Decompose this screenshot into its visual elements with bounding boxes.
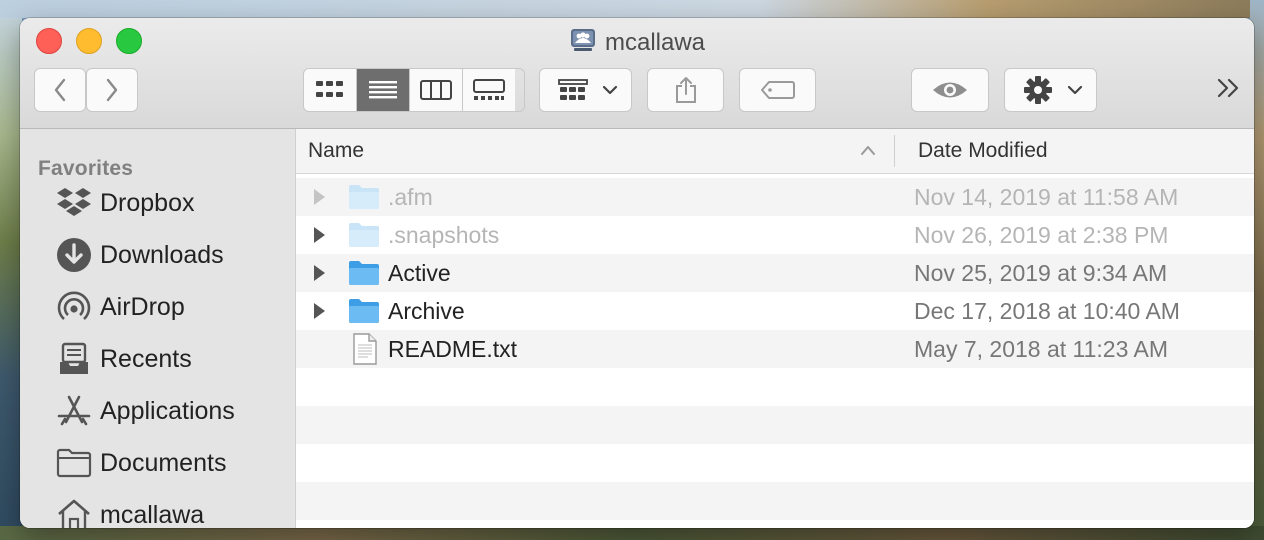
file-date: Nov 25, 2019 at 9:34 AM	[914, 260, 1168, 286]
date-modified-column-header[interactable]: Date Modified	[918, 129, 1048, 173]
folder-icon	[348, 259, 380, 292]
double-chevron-right-icon	[1217, 78, 1239, 98]
column-view-button[interactable]	[410, 69, 463, 111]
home-icon	[56, 497, 92, 528]
share-icon	[675, 77, 696, 103]
view-mode-control	[303, 68, 525, 112]
disclosure-triangle-icon[interactable]	[312, 226, 326, 249]
tags-button[interactable]	[739, 68, 816, 112]
empty-row	[296, 368, 1254, 406]
name-column-header[interactable]: Name	[308, 129, 364, 173]
empty-row	[296, 444, 1254, 482]
file-name: Archive	[388, 298, 465, 324]
sidebar: Favorites Dropbox Downloads AirDrop Rece…	[20, 129, 296, 528]
quick-look-button[interactable]	[911, 68, 989, 112]
sort-ascending-icon	[860, 143, 876, 161]
folder-icon	[56, 445, 92, 481]
text-file-icon	[352, 333, 378, 370]
table-row[interactable]: README.txt May 7, 2018 at 11:23 AM	[296, 330, 1254, 368]
file-name: README.txt	[388, 336, 518, 362]
group-by-button[interactable]	[539, 68, 632, 112]
list-view-button[interactable]	[357, 69, 410, 111]
table-row[interactable]: .snapshots Nov 26, 2019 at 2:38 PM	[296, 216, 1254, 254]
sidebar-item-label: AirDrop	[100, 292, 185, 321]
file-name: .snapshots	[388, 222, 500, 248]
file-date: Nov 14, 2019 at 11:58 AM	[914, 184, 1179, 210]
chevron-right-icon	[106, 78, 118, 102]
airdrop-icon	[56, 289, 92, 325]
list-icon	[369, 81, 397, 99]
columns-icon	[420, 80, 452, 100]
sidebar-section-favorites: Favorites	[38, 157, 134, 180]
action-button[interactable]	[1004, 68, 1097, 112]
window-title-text: mcallawa	[604, 28, 706, 56]
disclosure-triangle-icon[interactable]	[312, 302, 326, 325]
file-date: Dec 17, 2018 at 10:40 AM	[914, 298, 1180, 324]
icon-view-button[interactable]	[304, 69, 357, 111]
chevron-down-icon	[602, 85, 618, 95]
share-button[interactable]	[647, 68, 724, 112]
chevron-down-icon	[1067, 85, 1083, 95]
sidebar-item-label: Applications	[100, 396, 235, 425]
folder-icon	[348, 183, 380, 216]
file-name: .afm	[388, 184, 433, 210]
file-date: Nov 26, 2019 at 2:38 PM	[914, 222, 1169, 248]
empty-row	[296, 406, 1254, 444]
column-header: Name Date Modified	[296, 129, 1254, 174]
table-row[interactable]: Active Nov 25, 2019 at 9:34 AM	[296, 254, 1254, 292]
toolbar: mcallawa	[20, 18, 1254, 129]
grid-icon	[316, 81, 343, 97]
empty-row	[296, 482, 1254, 520]
finder-window: mcallawa Favorites Dropbox Downloads Air…	[20, 18, 1254, 528]
applications-icon	[56, 393, 92, 429]
server-icon	[569, 26, 597, 61]
sidebar-item-downloads[interactable]: Downloads	[56, 233, 224, 277]
sidebar-item-label: Dropbox	[100, 188, 195, 217]
sidebar-item-recents[interactable]: Recents	[56, 337, 192, 381]
eye-icon	[933, 82, 967, 98]
column-divider[interactable]	[894, 135, 895, 167]
gallery-icon	[473, 79, 505, 100]
sidebar-item-label: mcallawa	[100, 500, 205, 529]
folder-icon	[348, 221, 380, 254]
sidebar-item-label: Downloads	[100, 240, 224, 269]
tag-icon	[760, 81, 795, 99]
file-name: Active	[388, 260, 451, 286]
folder-icon	[348, 297, 380, 330]
sidebar-item-label: Documents	[100, 448, 227, 477]
sidebar-item-documents[interactable]: Documents	[56, 441, 226, 485]
gallery-view-button[interactable]	[463, 69, 515, 111]
sidebar-item-label: Recents	[100, 344, 192, 373]
desktop-wallpaper-top	[0, 0, 1264, 18]
window-title: mcallawa	[20, 26, 1254, 58]
download-icon	[56, 237, 92, 273]
disclosure-triangle-icon[interactable]	[312, 264, 326, 287]
sidebar-item-airdrop[interactable]: AirDrop	[56, 285, 185, 329]
sidebar-item-applications[interactable]: Applications	[56, 389, 235, 433]
group-grid-icon	[558, 79, 588, 100]
forward-button[interactable]	[86, 68, 138, 112]
sidebar-item-dropbox[interactable]: Dropbox	[56, 181, 195, 225]
back-button[interactable]	[34, 68, 86, 112]
table-row[interactable]: .afm Nov 14, 2019 at 11:58 AM	[296, 178, 1254, 216]
recents-icon	[56, 341, 92, 377]
desktop-wallpaper	[0, 0, 22, 540]
dropbox-icon	[56, 185, 92, 221]
desktop-wallpaper-bottom	[0, 526, 1264, 540]
table-row[interactable]: Archive Dec 17, 2018 at 10:40 AM	[296, 292, 1254, 330]
toolbar-overflow-button[interactable]	[1216, 76, 1242, 105]
sidebar-item-home[interactable]: mcallawa	[56, 493, 204, 528]
file-list: Name Date Modified .afm Nov 14, 2019 at …	[296, 129, 1254, 528]
disclosure-triangle-icon[interactable]	[312, 188, 326, 211]
gear-icon	[1024, 76, 1052, 104]
chevron-left-icon	[54, 78, 66, 102]
file-date: May 7, 2018 at 11:23 AM	[914, 336, 1169, 362]
